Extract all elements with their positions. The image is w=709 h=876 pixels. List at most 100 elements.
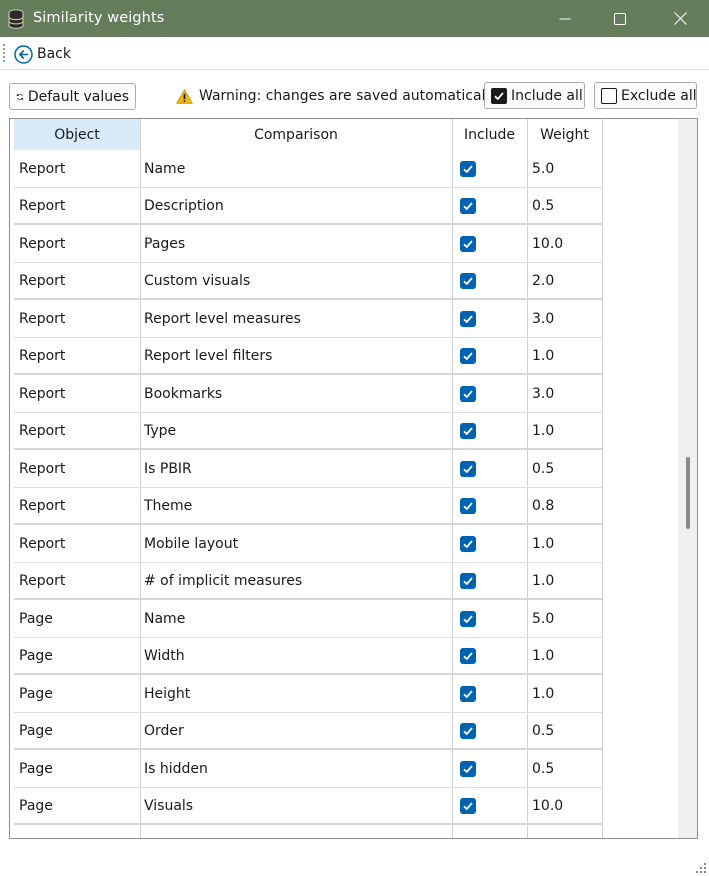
refresh-icon bbox=[16, 93, 23, 100]
include-checkbox[interactable] bbox=[460, 760, 476, 777]
cell-weight[interactable]: 2.0 bbox=[532, 263, 554, 301]
close-button[interactable] bbox=[657, 0, 703, 37]
include-checkbox[interactable] bbox=[460, 798, 476, 815]
exclude-all-checkbox[interactable] bbox=[601, 87, 617, 104]
title-bar: Similarity weights bbox=[0, 0, 709, 37]
cell-object: Report bbox=[19, 423, 66, 440]
table-row[interactable]: Page Is hidden 0.5 bbox=[14, 750, 602, 788]
scrollbar-thumb[interactable] bbox=[686, 456, 690, 529]
include-checkbox[interactable] bbox=[460, 385, 476, 402]
cell-comparison: Custom visuals bbox=[144, 273, 251, 290]
include-checkbox[interactable] bbox=[460, 310, 476, 327]
cell-include bbox=[456, 638, 478, 676]
column-header-object[interactable]: Object bbox=[14, 119, 140, 150]
include-all-checkbox[interactable] bbox=[491, 87, 507, 104]
include-checkbox[interactable] bbox=[460, 648, 476, 665]
table-row[interactable]: Report Theme 0.8 bbox=[14, 488, 602, 526]
cell-weight[interactable]: 1.0 bbox=[532, 525, 554, 563]
checkmark-icon bbox=[463, 615, 473, 624]
checkmark-icon bbox=[463, 765, 473, 774]
cell-weight[interactable]: 0.8 bbox=[532, 488, 554, 526]
resize-grip-icon[interactable] bbox=[695, 862, 707, 874]
table-row[interactable]: Report Mobile layout 1.0 bbox=[14, 525, 602, 563]
cell-comparison: Name bbox=[144, 160, 186, 177]
exclude-all-label: Exclude all bbox=[621, 87, 697, 104]
cell-weight[interactable]: 1.0 bbox=[532, 338, 554, 376]
cell-include bbox=[456, 450, 478, 488]
checkmark-icon bbox=[463, 390, 473, 399]
include-checkbox[interactable] bbox=[460, 198, 476, 215]
table-row[interactable]: Report # of implicit measures 1.0 bbox=[14, 563, 602, 601]
cell-object: Report bbox=[19, 385, 66, 402]
table-row[interactable]: Report Description 0.5 bbox=[14, 188, 602, 226]
cell-object: Report bbox=[19, 498, 66, 515]
close-icon bbox=[673, 12, 687, 25]
cell-weight[interactable]: 0.5 bbox=[532, 450, 554, 488]
warning-message: Warning: changes are saved automatically bbox=[176, 88, 498, 104]
cell-include bbox=[456, 300, 478, 338]
table-row[interactable]: Page Visuals 10.0 bbox=[14, 788, 602, 826]
cell-include bbox=[456, 150, 478, 188]
include-checkbox[interactable] bbox=[460, 160, 476, 177]
cell-object: Page bbox=[19, 685, 53, 702]
include-checkbox[interactable] bbox=[460, 273, 476, 290]
include-all-button[interactable]: Include all bbox=[484, 82, 585, 109]
back-button[interactable]: Back bbox=[14, 44, 71, 64]
cell-weight[interactable]: 0.5 bbox=[532, 750, 554, 788]
column-header-include[interactable]: Include bbox=[452, 119, 527, 150]
table-row[interactable]: Report Type 1.0 bbox=[14, 413, 602, 451]
include-checkbox[interactable] bbox=[460, 423, 476, 440]
table-row[interactable]: Report Pages 10.0 bbox=[14, 225, 602, 263]
cell-include bbox=[456, 413, 478, 451]
minimize-button[interactable] bbox=[542, 0, 588, 37]
table-row[interactable]: Report Report level measures 3.0 bbox=[14, 300, 602, 338]
table-row[interactable]: Page Width 1.0 bbox=[14, 638, 602, 676]
column-header-comparison[interactable]: Comparison bbox=[140, 119, 452, 150]
arrow-left-circle-icon bbox=[14, 44, 33, 64]
cell-weight[interactable]: 0.5 bbox=[532, 188, 554, 226]
vertical-scrollbar[interactable] bbox=[678, 119, 697, 838]
column-header-weight[interactable]: Weight bbox=[527, 119, 602, 150]
table-row[interactable]: Page Height 1.0 bbox=[14, 675, 602, 713]
include-checkbox[interactable] bbox=[460, 573, 476, 590]
cell-weight[interactable]: 10.0 bbox=[532, 788, 563, 826]
checkmark-icon bbox=[463, 540, 473, 549]
include-checkbox[interactable] bbox=[460, 460, 476, 477]
cell-weight[interactable]: 1.0 bbox=[532, 675, 554, 713]
include-checkbox[interactable] bbox=[460, 535, 476, 552]
include-checkbox[interactable] bbox=[460, 685, 476, 702]
cell-weight[interactable]: 5.0 bbox=[532, 150, 554, 188]
default-values-button[interactable]: Default values bbox=[9, 83, 136, 110]
cell-object: Report bbox=[19, 198, 66, 215]
include-checkbox[interactable] bbox=[460, 723, 476, 740]
table-row[interactable]: Page Order 0.5 bbox=[14, 713, 602, 751]
table-row[interactable]: Report Custom visuals 2.0 bbox=[14, 263, 602, 301]
include-checkbox[interactable] bbox=[460, 610, 476, 627]
cell-weight[interactable]: 1.0 bbox=[532, 638, 554, 676]
cell-weight[interactable]: 10.0 bbox=[532, 225, 563, 263]
cell-object: Page bbox=[19, 610, 53, 627]
table-row[interactable]: Report Is PBIR 0.5 bbox=[14, 450, 602, 488]
checkmark-icon bbox=[463, 577, 473, 586]
checkmark-icon bbox=[463, 240, 473, 249]
table-row[interactable]: Report Report level filters 1.0 bbox=[14, 338, 602, 376]
maximize-button[interactable] bbox=[597, 0, 643, 37]
maximize-icon bbox=[614, 12, 626, 25]
exclude-all-button[interactable]: Exclude all bbox=[594, 82, 697, 109]
include-checkbox[interactable] bbox=[460, 498, 476, 515]
cell-weight[interactable]: 0.5 bbox=[532, 713, 554, 751]
cell-weight[interactable]: 3.0 bbox=[532, 375, 554, 413]
include-checkbox[interactable] bbox=[460, 348, 476, 365]
table-row[interactable]: Page Name 5.0 bbox=[14, 600, 602, 638]
cell-weight[interactable]: 1.0 bbox=[532, 563, 554, 601]
cell-weight[interactable]: 3.0 bbox=[532, 300, 554, 338]
table-row[interactable]: Report Bookmarks 3.0 bbox=[14, 375, 602, 413]
cell-include bbox=[456, 525, 478, 563]
cell-object: Report bbox=[19, 235, 66, 252]
include-checkbox[interactable] bbox=[460, 235, 476, 252]
checkmark-icon bbox=[463, 727, 473, 736]
cell-weight[interactable]: 5.0 bbox=[532, 600, 554, 638]
cell-weight[interactable]: 1.0 bbox=[532, 413, 554, 451]
checkmark-icon bbox=[463, 202, 473, 211]
table-row[interactable]: Report Name 5.0 bbox=[14, 150, 602, 188]
